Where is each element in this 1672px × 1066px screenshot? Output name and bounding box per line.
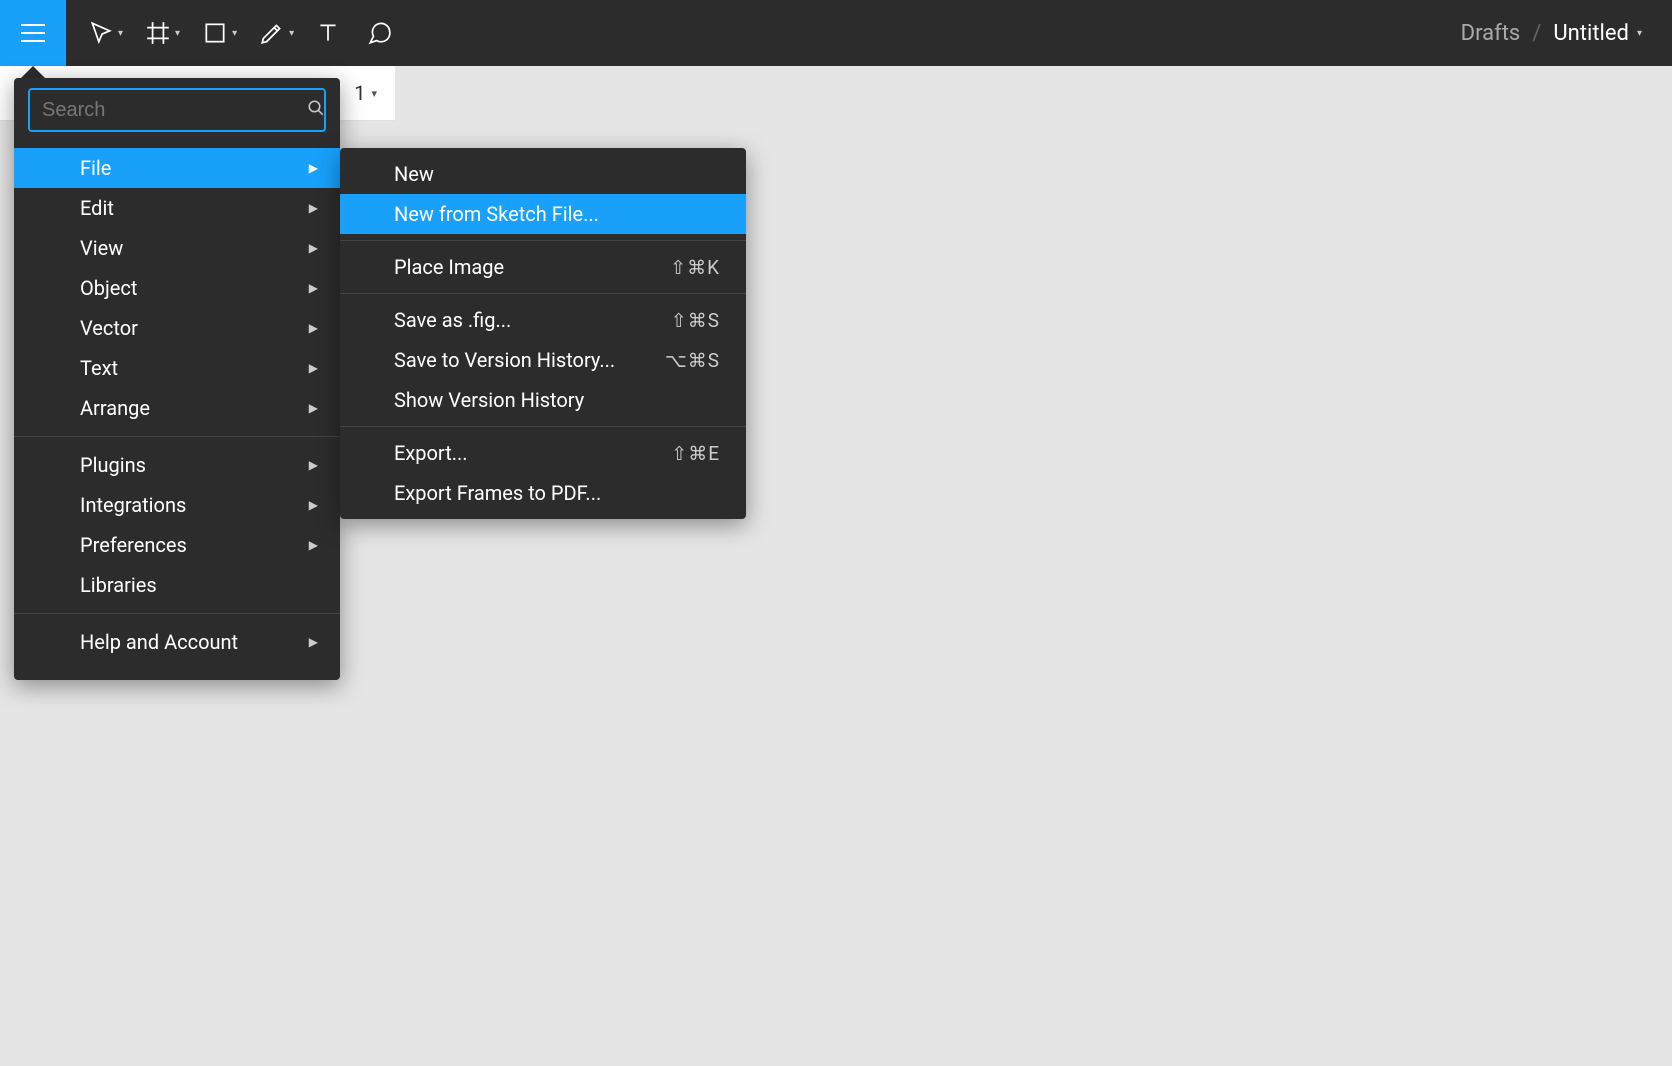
menu-item-label: Text — [80, 356, 118, 380]
submenu-item-label: Export... — [394, 441, 468, 465]
menu-item-label: Preferences — [80, 533, 187, 557]
comment-icon — [367, 20, 393, 46]
top-toolbar: ▾ ▾ ▾ ▾ Drafts / Untitled ▾ — [0, 0, 1672, 66]
chevron-right-icon: ▶ — [309, 538, 318, 552]
menu-item-integrations[interactable]: Integrations ▶ — [14, 485, 340, 525]
menu-divider — [340, 240, 746, 241]
submenu-item-label: New — [394, 162, 434, 186]
submenu-item-label: Place Image — [394, 255, 504, 279]
comment-tool[interactable] — [356, 13, 404, 53]
menu-item-label: Object — [80, 276, 137, 300]
frame-icon — [145, 20, 171, 46]
breadcrumb: Drafts / Untitled ▾ — [1461, 21, 1672, 46]
submenu-item-label: Show Version History — [394, 388, 584, 412]
menu-item-label: Libraries — [80, 573, 157, 597]
chevron-down-icon: ▾ — [175, 28, 180, 39]
menu-item-label: Integrations — [80, 493, 186, 517]
menu-item-object[interactable]: Object ▶ — [14, 268, 340, 308]
chevron-right-icon: ▶ — [309, 161, 318, 175]
menu-item-preferences[interactable]: Preferences ▶ — [14, 525, 340, 565]
menu-item-label: File — [80, 156, 111, 180]
main-menu-button[interactable] — [0, 0, 66, 66]
chevron-down-icon: ▾ — [371, 87, 377, 100]
keyboard-shortcut: ⇧⌘E — [671, 442, 720, 465]
page-label-suffix: 1 — [354, 81, 365, 105]
submenu-item-show-version-history[interactable]: Show Version History — [340, 380, 746, 420]
pen-icon — [259, 20, 285, 46]
file-title: Untitled — [1553, 21, 1629, 46]
menu-search-box — [28, 88, 326, 132]
menu-divider — [340, 426, 746, 427]
menu-item-label: Vector — [80, 316, 138, 340]
chevron-right-icon: ▶ — [309, 498, 318, 512]
chevron-right-icon: ▶ — [309, 635, 318, 649]
chevron-down-icon: ▾ — [232, 28, 237, 39]
submenu-item-save-to-version-history[interactable]: Save to Version History... ⌥⌘S — [340, 340, 746, 380]
chevron-right-icon: ▶ — [309, 241, 318, 255]
menu-item-edit[interactable]: Edit ▶ — [14, 188, 340, 228]
tool-group: ▾ ▾ ▾ ▾ — [66, 13, 414, 53]
file-submenu: New New from Sketch File... Place Image ⇧⌘K… — [340, 148, 746, 519]
chevron-right-icon: ▶ — [309, 458, 318, 472]
chevron-right-icon: ▶ — [309, 401, 318, 415]
menu-item-label: Plugins — [80, 453, 146, 477]
menu-item-libraries[interactable]: Libraries — [14, 565, 340, 605]
menu-item-vector[interactable]: Vector ▶ — [14, 308, 340, 348]
frame-tool[interactable]: ▾ — [133, 13, 186, 53]
cursor-icon — [88, 20, 114, 46]
menu-item-label: Help and Account — [80, 630, 238, 654]
chevron-down-icon: ▾ — [289, 28, 294, 39]
chevron-down-icon: ▾ — [1637, 28, 1642, 39]
menu-item-view[interactable]: View ▶ — [14, 228, 340, 268]
menu-item-plugins[interactable]: Plugins ▶ — [14, 445, 340, 485]
chevron-down-icon: ▾ — [118, 28, 123, 39]
menu-item-file[interactable]: File ▶ — [14, 148, 340, 188]
text-icon — [315, 20, 341, 46]
move-tool[interactable]: ▾ — [76, 13, 129, 53]
shape-tool[interactable]: ▾ — [190, 13, 243, 53]
submenu-item-export[interactable]: Export... ⇧⌘E — [340, 433, 746, 473]
menu-item-arrange[interactable]: Arrange ▶ — [14, 388, 340, 428]
menu-item-label: View — [80, 236, 123, 260]
keyboard-shortcut: ⇧⌘K — [670, 256, 720, 279]
submenu-item-new[interactable]: New — [340, 154, 746, 194]
pen-tool[interactable]: ▾ — [247, 13, 300, 53]
search-icon — [307, 99, 325, 121]
main-menu: File▶Edit▶View▶Object▶Vector▶Text▶Arrang… — [14, 78, 340, 680]
breadcrumb-title[interactable]: Untitled ▾ — [1553, 21, 1642, 46]
search-input[interactable] — [42, 99, 307, 122]
menu-divider — [340, 293, 746, 294]
submenu-item-label: Save to Version History... — [394, 348, 615, 372]
menu-item-text[interactable]: Text ▶ — [14, 348, 340, 388]
keyboard-shortcut: ⇧⌘S — [671, 309, 720, 332]
text-tool[interactable] — [304, 13, 352, 53]
chevron-right-icon: ▶ — [309, 201, 318, 215]
hamburger-icon — [21, 24, 45, 42]
submenu-item-label: Save as .fig... — [394, 308, 511, 332]
chevron-right-icon: ▶ — [309, 281, 318, 295]
submenu-item-place-image[interactable]: Place Image ⇧⌘K — [340, 247, 746, 287]
keyboard-shortcut: ⌥⌘S — [665, 349, 720, 372]
menu-search-wrap — [14, 78, 340, 140]
chevron-right-icon: ▶ — [309, 321, 318, 335]
breadcrumb-separator: / — [1532, 21, 1541, 46]
submenu-item-export-frames-to-pdf[interactable]: Export Frames to PDF... — [340, 473, 746, 513]
menu-item-label: Edit — [80, 196, 114, 220]
submenu-item-new-from-sketch-file[interactable]: New from Sketch File... — [340, 194, 746, 234]
rectangle-icon — [202, 20, 228, 46]
page-selector[interactable]: 1 ▾ — [354, 81, 377, 105]
submenu-item-save-as-fig[interactable]: Save as .fig... ⇧⌘S — [340, 300, 746, 340]
menu-item-help-and-account[interactable]: Help and Account ▶ — [14, 622, 340, 662]
submenu-item-label: Export Frames to PDF... — [394, 481, 601, 505]
submenu-item-label: New from Sketch File... — [394, 202, 599, 226]
chevron-right-icon: ▶ — [309, 361, 318, 375]
menu-item-label: Arrange — [80, 396, 150, 420]
breadcrumb-parent[interactable]: Drafts — [1461, 21, 1521, 46]
